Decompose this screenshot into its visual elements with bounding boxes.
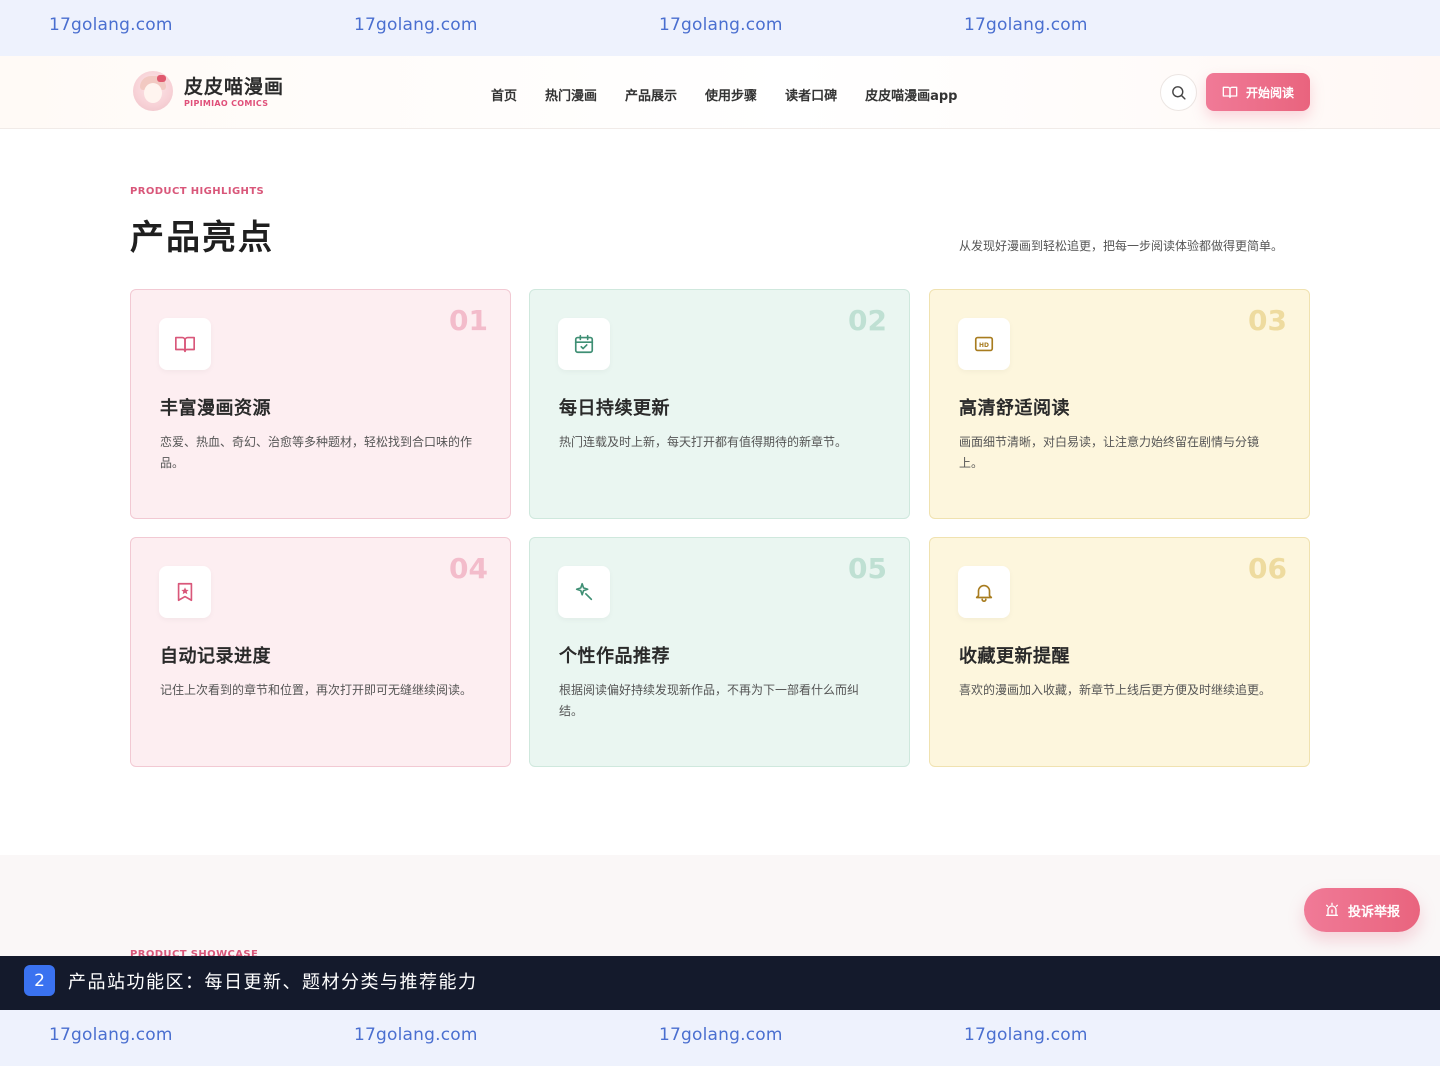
alarm-icon: [1325, 902, 1338, 916]
card-description: 喜欢的漫画加入收藏，新章节上线后更方便及时继续追更。: [959, 683, 1272, 697]
watermark-text: 17golang.com: [49, 15, 173, 35]
watermark-text: 17golang.com: [964, 15, 1088, 35]
main-nav: 首页 热门漫画 产品展示 使用步骤 读者口碑 皮皮喵漫画app: [491, 85, 957, 104]
card-icon-box: [558, 566, 610, 618]
watermark-text: 17golang.com: [659, 1025, 783, 1045]
nav-item-reviews[interactable]: 读者口碑: [785, 85, 837, 104]
logo-subtitle: PIPIMIAO COMICS: [184, 99, 269, 108]
card-icon-box: [159, 566, 211, 618]
feature-card: 02 每日持续更新 热门连载及时上新，每天打开都有值得期待的新章节。: [529, 289, 910, 519]
logo-mascot-icon[interactable]: [133, 71, 173, 111]
watermark-text: 17golang.com: [49, 1025, 173, 1045]
search-button[interactable]: [1160, 74, 1197, 111]
feature-card: 04 自动记录进度 记住上次看到的章节和位置，再次打开即可无缝继续阅读。: [130, 537, 511, 767]
logo-title[interactable]: 皮皮喵漫画: [184, 72, 284, 99]
card-number: 01: [449, 304, 488, 337]
next-section-eyebrow: PRODUCT SHOWCASE: [130, 949, 259, 956]
report-label: 投诉举报: [1347, 904, 1400, 920]
feature-card: 06 收藏更新提醒 喜欢的漫画加入收藏，新章节上线后更方便及时继续追更。: [929, 537, 1310, 767]
watermark-text: 17golang.com: [354, 1025, 478, 1045]
watermark-band-top: 17golang.com 17golang.com 17golang.com 1…: [0, 0, 1440, 56]
watermark-text: 17golang.com: [964, 1025, 1088, 1045]
calendar-check-icon: [574, 334, 594, 354]
card-icon-box: [159, 318, 211, 370]
next-section-background: [0, 855, 1440, 956]
section-description: 从发现好漫画到轻松追更，把每一步阅读体验都做得更简单。: [959, 239, 1284, 253]
card-description: 热门连载及时上新，每天打开都有值得期待的新章节。: [559, 435, 848, 449]
card-description: 画面细节清晰，对白易读，让注意力始终留在剧情与分镜上。: [959, 435, 1260, 470]
card-description: 记住上次看到的章节和位置，再次打开即可无缝继续阅读。: [160, 683, 473, 697]
caption-text: 产品站功能区：每日更新、题材分类与推荐能力: [68, 972, 478, 993]
card-number: 05: [848, 552, 887, 585]
card-description: 根据阅读偏好持续发现新作品，不再为下一部看什么而纠结。: [559, 683, 860, 718]
card-title: 收藏更新提醒: [959, 646, 1070, 667]
card-number: 04: [449, 552, 488, 585]
book-open-icon: [175, 336, 195, 353]
feature-card: 01 丰富漫画资源 恋爱、热血、奇幻、治愈等多种题材，轻松找到合口味的作品。: [130, 289, 511, 519]
card-title: 高清舒适阅读: [959, 398, 1070, 419]
card-icon-box: HD: [958, 318, 1010, 370]
card-icon-box: [958, 566, 1010, 618]
section-eyebrow: PRODUCT HIGHLIGHTS: [130, 186, 265, 197]
nav-item-home[interactable]: 首页: [491, 85, 517, 104]
search-icon: [1172, 86, 1186, 100]
nav-item-hot-comics[interactable]: 热门漫画: [545, 85, 597, 104]
card-title: 个性作品推荐: [559, 646, 670, 667]
nav-item-app[interactable]: 皮皮喵漫画app: [865, 85, 957, 104]
nav-item-showcase[interactable]: 产品展示: [625, 85, 677, 104]
start-reading-button[interactable]: 开始阅读: [1206, 73, 1310, 111]
card-title: 丰富漫画资源: [160, 398, 271, 419]
start-reading-label: 开始阅读: [1245, 85, 1294, 100]
svg-text:HD: HD: [979, 342, 989, 349]
caption-step-badge: 2: [24, 965, 55, 996]
feature-card: 03 HD 高清舒适阅读 画面细节清晰，对白易读，让注意力始终留在剧情与分镜上。: [929, 289, 1310, 519]
report-button[interactable]: 投诉举报: [1304, 888, 1420, 932]
card-number: 06: [1248, 552, 1287, 585]
caption-bar: 2 产品站功能区：每日更新、题材分类与推荐能力: [0, 956, 1440, 1010]
sparkle-icon: [575, 582, 593, 601]
section-title: 产品亮点: [130, 218, 274, 258]
card-number: 02: [848, 304, 887, 337]
bookmark-star-icon: [177, 582, 193, 602]
card-title: 自动记录进度: [160, 646, 271, 667]
card-number: 03: [1248, 304, 1287, 337]
feature-card: 05 个性作品推荐 根据阅读偏好持续发现新作品，不再为下一部看什么而纠结。: [529, 537, 910, 767]
watermark-band-bottom: 17golang.com 17golang.com 17golang.com 1…: [0, 1010, 1440, 1066]
bell-icon: [975, 584, 993, 602]
hd-icon: HD: [974, 336, 994, 352]
watermark-text: 17golang.com: [659, 15, 783, 35]
book-open-icon: [1222, 86, 1238, 98]
site-header: 皮皮喵漫画 PIPIMIAO COMICS 首页 热门漫画 产品展示 使用步骤 …: [0, 56, 1440, 129]
nav-item-steps[interactable]: 使用步骤: [705, 85, 757, 104]
card-description: 恋爱、热血、奇幻、治愈等多种题材，轻松找到合口味的作品。: [160, 435, 473, 470]
watermark-text: 17golang.com: [354, 15, 478, 35]
card-icon-box: [558, 318, 610, 370]
card-title: 每日持续更新: [559, 398, 670, 419]
